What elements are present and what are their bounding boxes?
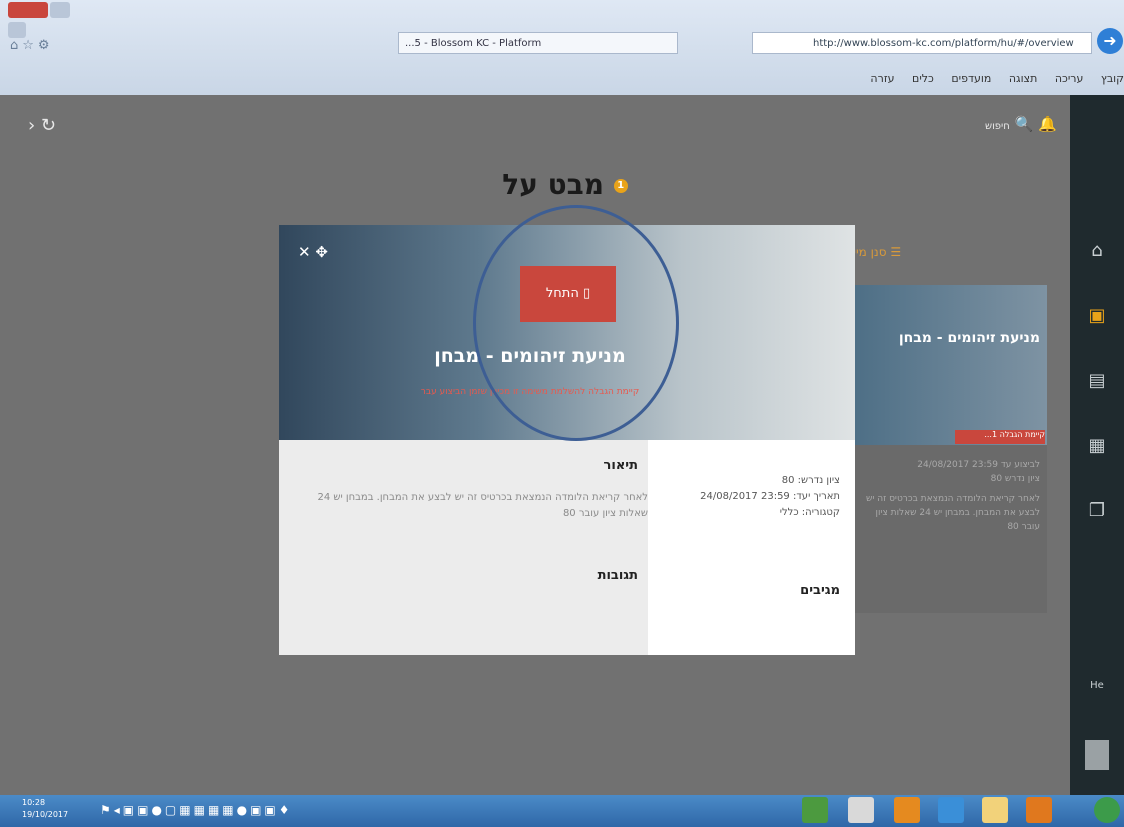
window-controls [8, 2, 90, 38]
filter-button[interactable]: סנן [871, 245, 887, 259]
copy-icon[interactable]: ❐ [1070, 500, 1124, 521]
menu-view[interactable]: תצוגה [1009, 72, 1037, 85]
close-window-button[interactable] [8, 2, 48, 18]
search-bell-icons[interactable]: חיפוש 🔍 🔔 [985, 115, 1057, 133]
tab-label: ...5 - Blossom KC - Platform [405, 38, 542, 49]
clock-date: 19/10/2017 [22, 810, 69, 819]
outlook-icon[interactable] [894, 797, 920, 823]
briefcase-icon[interactable]: ▤ [1070, 370, 1124, 391]
minimize-window-button[interactable] [8, 22, 26, 38]
menu-favorites[interactable]: מועדפים [951, 72, 991, 85]
address-bar[interactable]: http://www.blossom-kc.com/platform/hu/#/… [752, 32, 1092, 54]
go-arrow-icon[interactable]: ➜ [1097, 28, 1123, 54]
menu-tools[interactable]: כלים [912, 72, 934, 85]
responders-title: מגיבים [800, 583, 840, 598]
bg-card-date: לביצוע עד 23:59 24/08/2017 [917, 460, 1040, 470]
background-card-image [855, 285, 1047, 445]
bg-card-title: מניעת זיהומים - מבחן [898, 330, 1040, 346]
home-icon[interactable]: ⌂ [1070, 240, 1124, 261]
page-title-text: מבט על [502, 168, 604, 201]
bg-card-score: ציון נדרש 80 [990, 474, 1040, 484]
browser-nav-icons[interactable]: ⌂☆⚙ [10, 38, 54, 53]
list-view-icon[interactable]: ☰ [890, 245, 901, 259]
close-icon[interactable]: ✕ ✥ [298, 243, 328, 261]
media-icon[interactable] [1026, 797, 1052, 823]
page-title: 1 מבט על [440, 168, 690, 201]
task-meta: ציון נדרש: 80 תאריך יעד: 23:59 24/08/201… [670, 473, 840, 521]
bg-card-status: קיימת הגבלה 1... [955, 430, 1045, 444]
category: קטגוריה: כללי [779, 507, 840, 518]
clock-time: 10:28 [22, 798, 46, 807]
notification-badge: 1 [613, 179, 628, 193]
description-title: תיאור [603, 458, 638, 473]
system-tray-icons[interactable]: ⚑◂▣▣●▢▦▦▦▦●▣▣♦ [100, 803, 293, 817]
required-score: ציון נדרש: 80 [781, 475, 840, 486]
due-date: תאריך יעד: 23:59 24/08/2017 [700, 491, 840, 502]
language-switch[interactable]: He [1070, 680, 1124, 691]
calendar-icon[interactable]: ▦ [1070, 435, 1124, 456]
maximize-window-button[interactable] [50, 2, 70, 18]
bg-card-desc: לאחר קריאת הלומדה הנמצאת בכרטיס זה יש לב… [865, 494, 1040, 532]
right-sidebar: ⌂ ▣ ▤ ▦ ❐ He [1070, 95, 1124, 795]
explorer-icon[interactable] [982, 797, 1008, 823]
comments-title: תגובות [597, 568, 638, 583]
menu-edit[interactable]: עריכה [1055, 72, 1084, 85]
clipboard-icon[interactable]: ▣ [1070, 305, 1124, 326]
app-icon[interactable] [1094, 797, 1120, 823]
java-icon[interactable] [848, 797, 874, 823]
refresh-icon[interactable]: › ↻ [28, 115, 56, 136]
ie-icon[interactable] [938, 797, 964, 823]
browser-tab[interactable]: ...5 - Blossom KC - Platform [398, 32, 678, 54]
menu-help[interactable]: עזרה [870, 72, 894, 85]
bg-card-meta: לביצוע עד 23:59 24/08/2017 ציון נדרש 80 … [860, 458, 1040, 534]
browser-menu-bar: קובץ עריכה תצוגה מועדפים כלים עזרה [0, 72, 1124, 92]
avatar[interactable] [1085, 740, 1109, 770]
excel-icon[interactable] [802, 797, 828, 823]
highlight-circle [473, 205, 679, 441]
taskbar-clock: 10:28 19/10/2017 [22, 797, 68, 821]
menu-file[interactable]: קובץ [1101, 72, 1124, 85]
address-text: http://www.blossom-kc.com/platform/hu/#/… [813, 38, 1074, 49]
search-label: חיפוש [985, 121, 1010, 132]
view-toolbar[interactable]: ☰ סנן מיין [850, 245, 901, 259]
description-text: לאחר קריאת הלומדה הנמצאת בכרטיס זה יש לב… [317, 492, 648, 519]
